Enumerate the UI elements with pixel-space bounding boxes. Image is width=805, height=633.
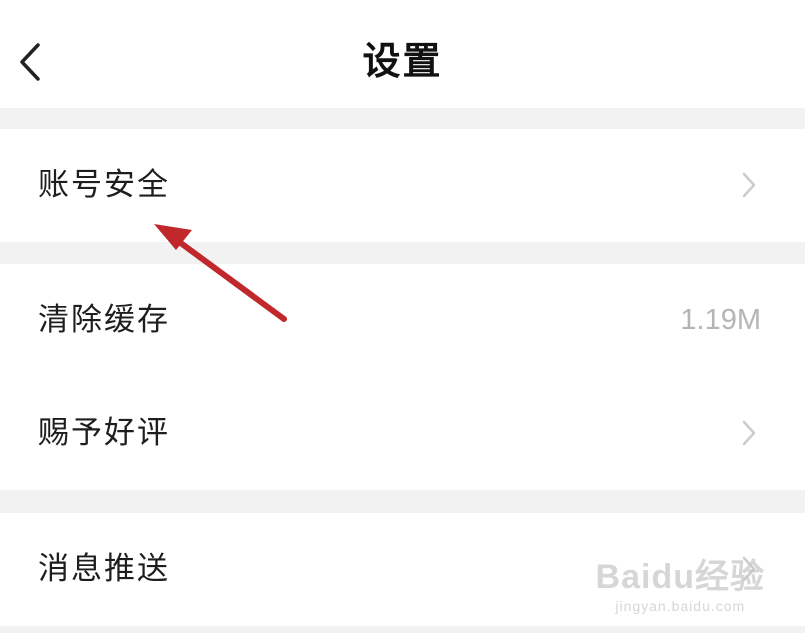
cache-size-value: 1.19M — [680, 304, 761, 336]
push-notifications-label: 消息推送 — [38, 551, 170, 587]
chevron-right-icon — [742, 420, 756, 446]
chevron-right-icon — [742, 556, 756, 582]
rate-app-label: 赐予好评 — [38, 415, 170, 451]
push-notifications-row[interactable]: 消息推送 — [0, 513, 805, 626]
clear-cache-label: 清除缓存 — [38, 302, 170, 338]
account-security-row[interactable]: 账号安全 — [0, 129, 805, 242]
clear-cache-row[interactable]: 清除缓存 1.19M — [0, 264, 805, 377]
chevron-right-icon — [742, 172, 756, 198]
settings-group-notifications: 消息推送 — [0, 513, 805, 626]
rate-app-row[interactable]: 赐予好评 — [0, 377, 805, 490]
nav-header: 设置 — [0, 0, 805, 108]
settings-group-account: 账号安全 — [0, 129, 805, 242]
settings-group-general: 清除缓存 1.19M 赐予好评 — [0, 264, 805, 490]
account-security-label: 账号安全 — [38, 167, 170, 203]
page-title: 设置 — [362, 39, 443, 83]
